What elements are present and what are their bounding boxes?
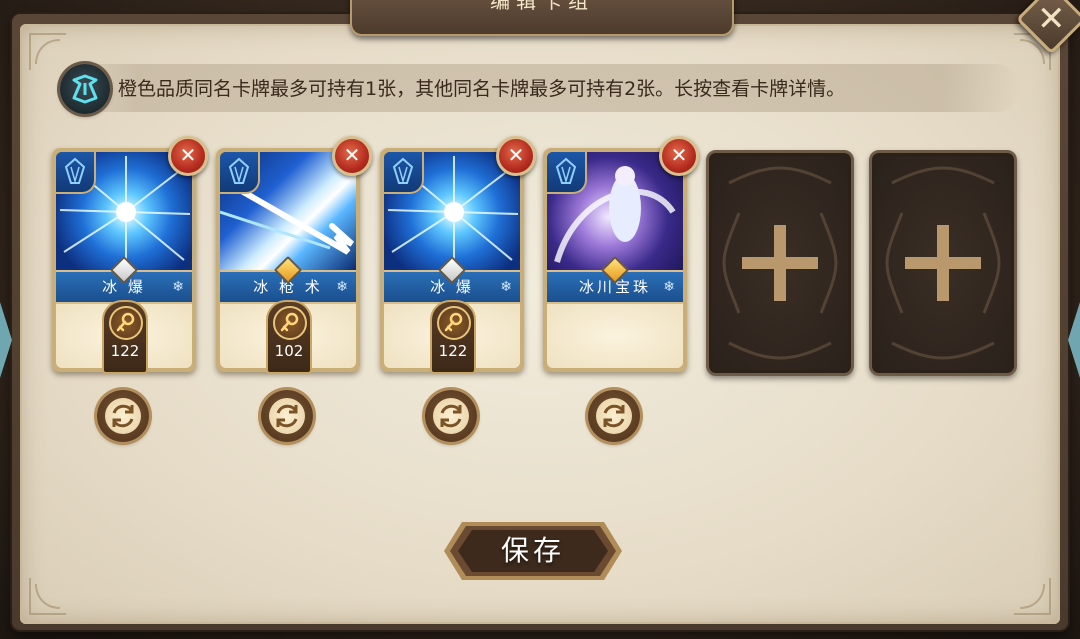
remove-card-button[interactable]: ✕ (659, 136, 699, 176)
plus-icon (905, 225, 981, 301)
game-screen: 编辑卡组 ✕ 橙色品质同名卡牌最多可持有1张，其他同名卡牌最多可持有2张。长按查… (0, 0, 1080, 639)
crystal-icon (384, 152, 424, 194)
swap-card-button[interactable] (261, 390, 313, 442)
card-cost: 102 (274, 342, 304, 360)
snowflake-icon: ❄ (336, 279, 348, 295)
swap-card-button[interactable] (97, 390, 149, 442)
remove-card-button[interactable]: ✕ (332, 136, 372, 176)
deck-card[interactable]: 冰 爆 ❄ 122 ✕ (52, 136, 208, 374)
save-button-label: 保存 (500, 534, 565, 567)
corner-ornament-icon (26, 30, 70, 74)
empty-card-slot[interactable] (706, 150, 854, 376)
key-icon (273, 306, 307, 340)
swap-icon (440, 404, 462, 428)
plus-icon (742, 225, 818, 301)
snowflake-icon: ❄ (663, 279, 675, 295)
deck-card[interactable]: 冰川宝珠 ❄ ✕ (543, 136, 699, 372)
card-cost: 122 (110, 342, 140, 360)
cost-badge: 102 (266, 300, 312, 374)
rune-icon (60, 64, 110, 114)
key-icon (109, 306, 143, 340)
dialog-title: 编辑卡组 (350, 0, 734, 36)
save-button[interactable]: 保存 (442, 520, 624, 582)
left-side-arrow-icon (0, 302, 14, 378)
corner-ornament-icon (26, 574, 70, 618)
deck-rule-text: 橙色品质同名卡牌最多可持有1张，其他同名卡牌最多可持有2张。长按查看卡牌详情。 (118, 78, 846, 100)
remove-card-button[interactable]: ✕ (168, 136, 208, 176)
empty-card-slot[interactable] (869, 150, 1017, 376)
swap-icon (112, 404, 134, 428)
swap-card-button[interactable] (588, 390, 640, 442)
swap-icon (276, 404, 298, 428)
snowflake-icon: ❄ (500, 279, 512, 295)
deck-card[interactable]: 冰 爆 ❄ 122 ✕ (380, 136, 536, 374)
corner-ornament-icon (1010, 574, 1054, 618)
crystal-icon (547, 152, 587, 194)
right-side-arrow-icon (1066, 302, 1080, 378)
snowflake-icon: ❄ (172, 279, 184, 295)
swap-icon (603, 404, 625, 428)
swap-card-button[interactable] (425, 390, 477, 442)
remove-card-button[interactable]: ✕ (496, 136, 536, 176)
crystal-icon (220, 152, 260, 194)
card-cost: 122 (438, 342, 468, 360)
cost-badge: 122 (430, 300, 476, 374)
close-icon: ✕ (1037, 0, 1066, 40)
deck-card[interactable]: 冰 枪 术 ❄ 102 ✕ (216, 136, 372, 374)
crystal-icon (56, 152, 96, 194)
card-lower-panel (547, 304, 683, 368)
key-icon (437, 306, 471, 340)
cost-badge: 122 (102, 300, 148, 374)
